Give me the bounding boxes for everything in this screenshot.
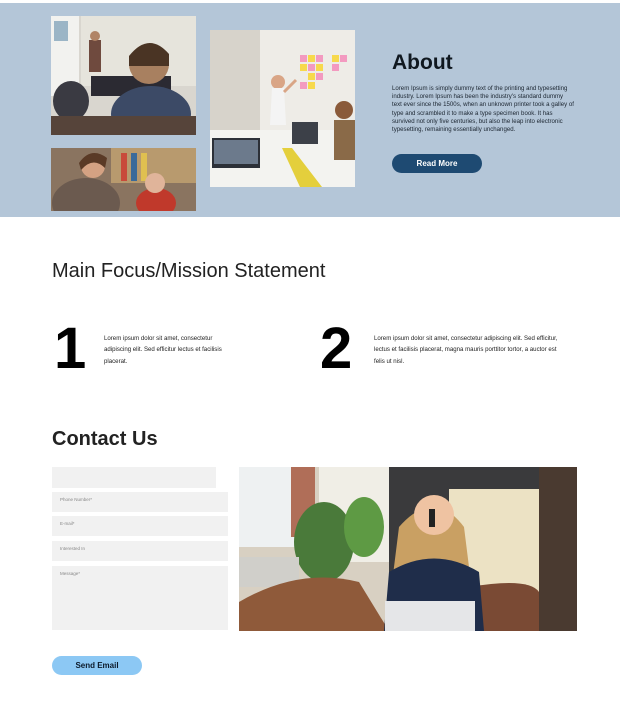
contact-title: Contact Us (52, 428, 158, 450)
about-section: About Lorem Ipsum is simply dummy text o… (0, 3, 620, 217)
name-field[interactable] (52, 467, 216, 488)
focus-text-1: Lorem ipsum dolor sit amet, consectetur … (104, 335, 222, 365)
contact-photo (239, 467, 577, 631)
meeting-photo (210, 30, 355, 187)
email-field[interactable]: E-mail* (52, 516, 228, 536)
classroom-photo (51, 16, 196, 135)
focus-number-2: 2 (320, 316, 353, 381)
focus-text-2: Lorem ipsum dolor sit amet, consectetur … (374, 335, 558, 365)
read-more-button[interactable]: Read More (392, 154, 482, 173)
mission-title: Main Focus/Mission Statement (52, 260, 326, 282)
message-field-placeholder: Message* (60, 571, 81, 576)
email-field-placeholder: E-mail* (60, 521, 75, 526)
about-paragraph: Lorem Ipsum is simply dummy text of the … (392, 85, 574, 134)
focus-number-1: 1 (54, 316, 87, 381)
send-email-button[interactable]: Send Email (52, 656, 142, 675)
interest-field-placeholder: Interested In (60, 546, 86, 551)
interest-field[interactable]: Interested In (52, 541, 228, 561)
message-field[interactable]: Message* (52, 566, 228, 630)
phone-field-placeholder: Phone Number* (60, 497, 93, 502)
phone-field[interactable]: Phone Number* (52, 492, 228, 512)
about-title: About (392, 51, 453, 74)
family-photo (51, 148, 196, 211)
